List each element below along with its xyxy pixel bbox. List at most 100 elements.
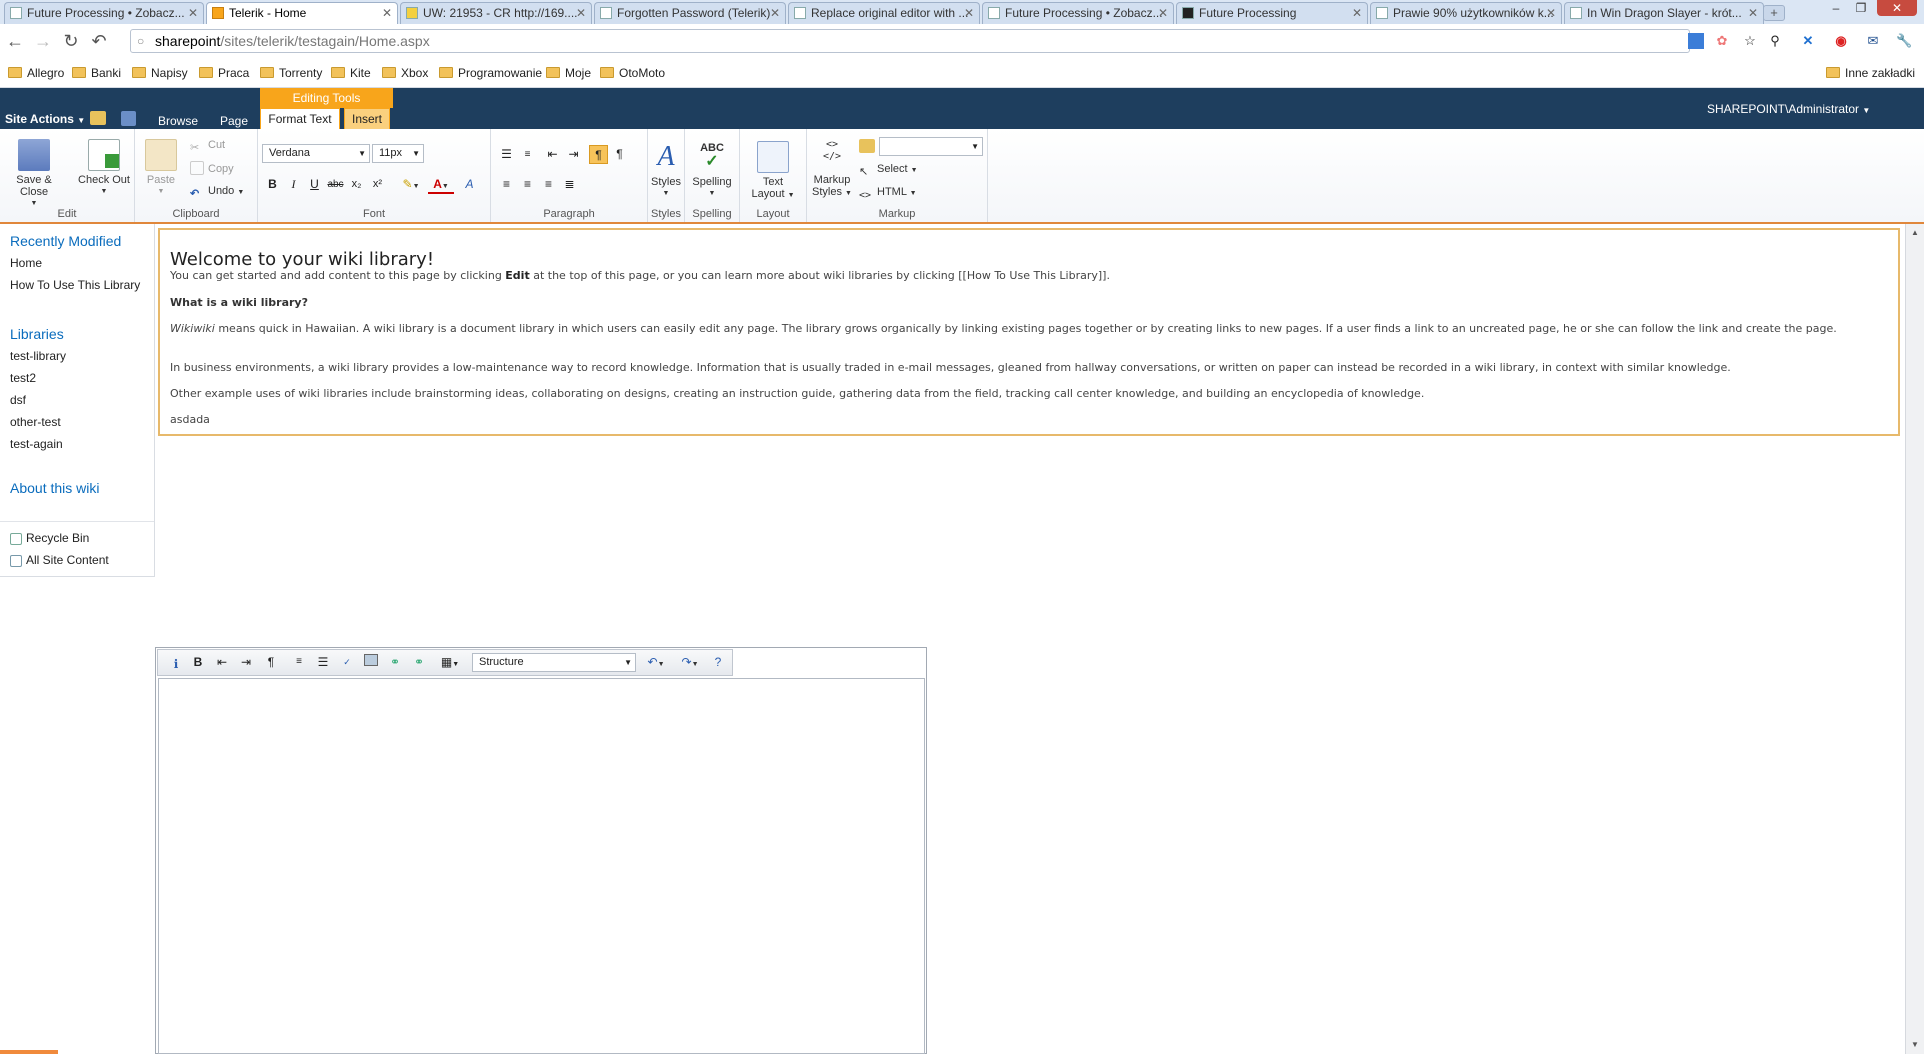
undo-icon[interactable]: ↶▼ [642,653,670,671]
close-icon[interactable]: ✕ [964,3,974,23]
nav-link-how-to[interactable]: How To Use This Library [10,278,140,292]
extension-icon[interactable]: ✿ [1714,33,1730,49]
tab-insert[interactable]: Insert [344,108,390,129]
outdent-icon[interactable]: ⇤ [212,653,232,671]
scroll-up-icon[interactable]: ▲ [1908,226,1922,240]
bookmark-folder[interactable]: Moje [546,65,591,81]
indent-icon[interactable]: ⇥ [564,145,583,164]
close-window-icon[interactable]: ✕ [1877,0,1917,16]
styles-button[interactable]: A Styles ▼ [648,141,684,200]
numbered-list-icon[interactable]: ≡ [518,145,537,164]
close-icon[interactable]: ✕ [188,3,198,23]
language-icon[interactable] [859,139,875,153]
navigate-up-icon[interactable] [90,111,106,125]
scroll-down-icon[interactable]: ▼ [1908,1038,1922,1052]
text-layout-button[interactable]: Text Layout ▼ [746,141,800,202]
new-tab-button[interactable]: + [1763,5,1785,21]
html-button[interactable]: <> HTML ▼ [859,184,917,202]
editor-content-area[interactable] [158,678,925,1054]
wrench-icon[interactable]: 🔧 [1896,33,1912,49]
spellcheck-icon[interactable]: ✓ [337,653,357,671]
underline-icon[interactable]: U [305,175,324,194]
library-item[interactable]: test-library [10,349,66,363]
markup-language-select[interactable]: ▼ [879,137,983,156]
all-site-content-link[interactable]: All Site Content [10,553,109,567]
extension-icon[interactable] [1688,33,1704,49]
superscript-icon[interactable]: x² [368,175,387,194]
font-family-select[interactable]: Verdana ▼ [262,144,370,163]
font-color-icon[interactable]: A▼ [428,175,454,194]
browser-tab[interactable]: Future Processing • Zobacz... ✕ [4,2,204,24]
opera-icon[interactable]: ◉ [1833,33,1849,49]
browser-tab-active[interactable]: Telerik - Home ✕ [206,2,398,25]
forward-icon[interactable]: → [32,30,54,52]
strikethrough-icon[interactable]: abc [326,175,345,194]
bookmark-folder[interactable]: Banki [72,65,121,81]
image-icon[interactable] [361,653,381,671]
table-icon[interactable]: ▦▼ [435,653,465,671]
back-icon[interactable]: ← [4,30,26,52]
bullet-list-icon[interactable]: ☰ [497,145,516,164]
subscript-icon[interactable]: x₂ [347,175,366,194]
library-item[interactable]: test2 [10,371,36,385]
close-icon[interactable]: ✕ [1352,3,1362,23]
align-left-icon[interactable]: ≡ [497,175,516,194]
outdent-icon[interactable]: ⇤ [543,145,562,164]
close-icon[interactable]: ✕ [382,3,392,23]
ltr-icon[interactable]: ¶ [589,145,608,164]
close-icon[interactable]: ✕ [1158,3,1168,23]
justify-icon[interactable]: ≣ [560,175,579,194]
recycle-bin-link[interactable]: Recycle Bin [10,531,89,545]
site-actions-menu[interactable]: Site Actions ▼ [5,112,85,126]
other-bookmarks[interactable]: Inne zakładki [1826,65,1915,81]
bookmark-folder[interactable]: Praca [199,65,249,81]
indent-icon[interactable]: ⇥ [236,653,256,671]
edit-page-icon[interactable] [121,111,136,126]
format-block-select[interactable]: Structure ▼ [472,653,636,672]
paragraph-icon[interactable]: ¶ [261,653,281,671]
reload-icon[interactable]: ↻ [60,30,82,52]
save-close-button[interactable]: Save & Close ▼ [4,139,64,210]
bookmark-folder[interactable]: Xbox [382,65,428,81]
search-icon[interactable]: ⚲ [1767,33,1783,49]
mail-icon[interactable]: ✉ [1865,33,1881,49]
close-icon[interactable]: ✕ [770,3,780,23]
minimize-icon[interactable]: – [1825,0,1847,16]
markup-styles-button[interactable]: <> </> Markup Styles ▼ [809,139,855,200]
library-item[interactable]: dsf [10,393,26,407]
unlink-icon[interactable]: ⚭ [409,653,429,671]
tab-page[interactable]: Page [220,114,248,128]
numbered-list-icon[interactable]: ≡ [289,653,309,671]
browser-tab[interactable]: UW: 21953 - CR http://169.... ✕ [400,2,592,24]
link-icon[interactable]: ⚭ [385,653,405,671]
font-size-select[interactable]: 11px ▼ [372,144,424,163]
address-bar[interactable]: ○ sharepoint/sites/telerik/testagain/Home… [130,29,1690,53]
clear-format-icon[interactable]: A [460,175,479,194]
italic-icon[interactable]: I [284,175,303,194]
bookmark-folder[interactable]: Kite [331,65,371,81]
library-item[interactable]: other-test [10,415,61,429]
browser-tab[interactable]: Prawie 90% użytkowników k... ✕ [1370,2,1562,24]
close-icon[interactable]: ✕ [1748,3,1758,23]
restore-icon[interactable]: ❐ [1850,0,1872,16]
browser-tab[interactable]: Future Processing • Zobacz... ✕ [982,2,1174,24]
copy-button[interactable]: Copy [190,161,234,177]
browser-tab[interactable]: Replace original editor with ... ✕ [788,2,980,24]
cut-button[interactable]: ✂ Cut [190,137,225,154]
bookmark-folder[interactable]: Allegro [8,65,64,81]
bold-icon[interactable]: B [263,175,282,194]
align-center-icon[interactable]: ≡ [518,175,537,194]
select-button[interactable]: ↖ Select ▼ [859,161,918,179]
align-right-icon[interactable]: ≡ [539,175,558,194]
undo-button[interactable]: ↶ Undo ▼ [190,183,244,201]
libraries-heading[interactable]: Libraries [10,326,64,342]
bookmark-folder[interactable]: OtoMoto [600,65,665,81]
paste-button[interactable]: Paste ▼ [141,139,181,198]
bookmark-folder[interactable]: Torrenty [260,65,322,81]
redo-icon[interactable]: ↷▼ [676,653,704,671]
tab-format-text[interactable]: Format Text [260,108,340,129]
nav-link-home[interactable]: Home [10,256,42,270]
user-menu[interactable]: SHAREPOINT\Administrator ▼ [1707,102,1870,116]
page-scrollbar[interactable] [1905,224,1924,1054]
tab-browse[interactable]: Browse [158,114,198,128]
